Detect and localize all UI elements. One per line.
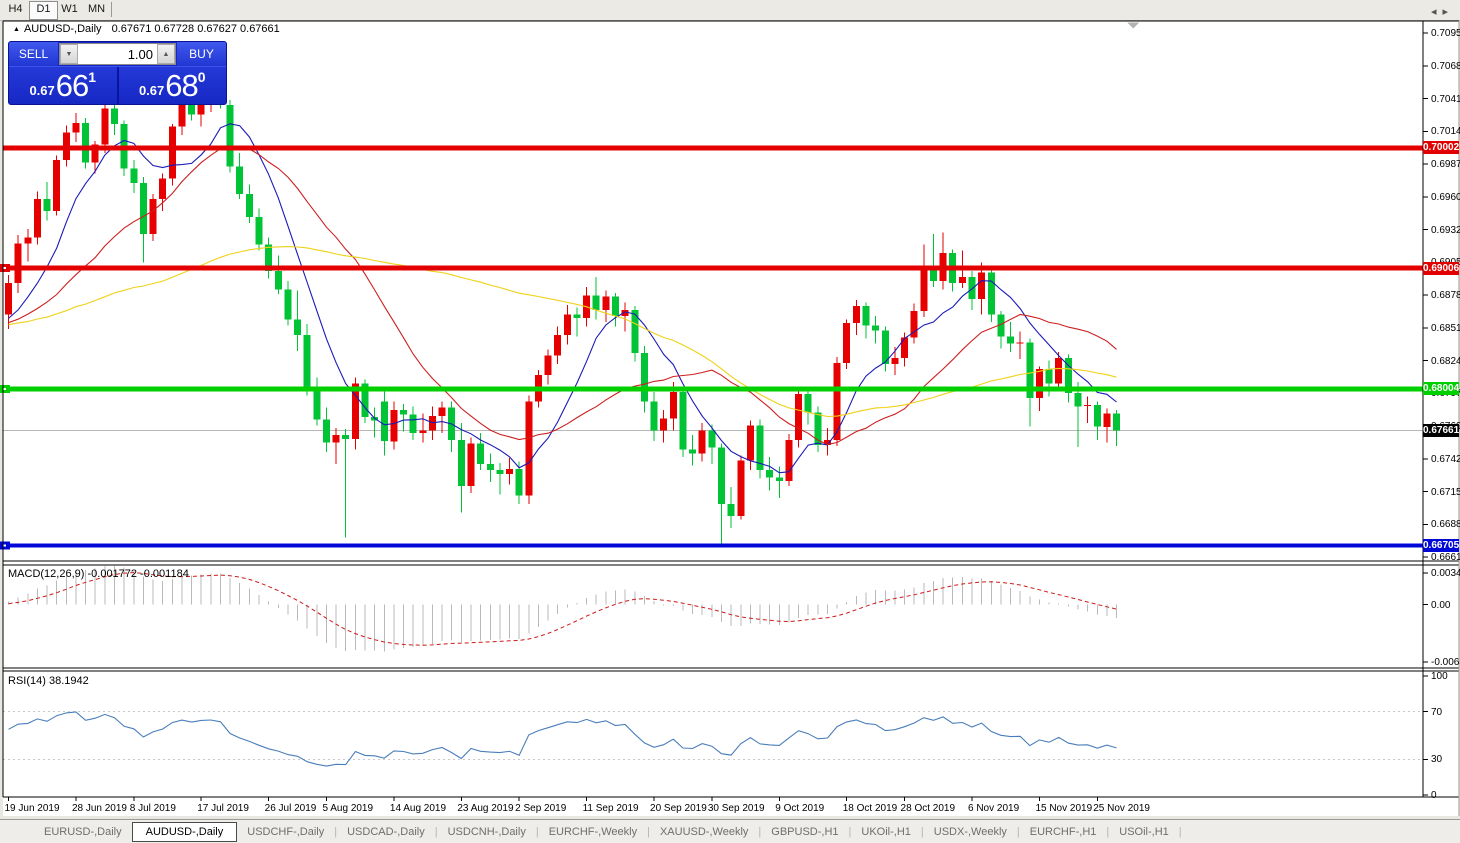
macd-axis-label: 0.00349 (1431, 568, 1460, 579)
price-axis-label: 0.68785 (1431, 290, 1459, 301)
rsi-axis-label: 70 (1431, 707, 1459, 718)
volume-input[interactable]: 1.00 (78, 44, 157, 64)
date-axis-label: 28 Oct 2019 (901, 803, 955, 814)
buy-price-big: 68 (165, 68, 197, 104)
price-axis-label: 0.69870 (1431, 159, 1459, 170)
chart-title: ▲ AUDUSD-,Daily 0.67671 0.67728 0.67627 0.… (13, 23, 280, 35)
price-axis-label: 0.70415 (1431, 94, 1459, 105)
buy-price-display[interactable]: 0.67 68 0 (119, 67, 227, 104)
sell-price-pip: 1 (88, 69, 96, 85)
price-axis-label: 0.68510 (1431, 323, 1459, 334)
date-axis-label: 19 Jun 2019 (5, 803, 60, 814)
date-axis-label: 8 Jul 2019 (130, 803, 176, 814)
price-axis-label: 0.68240 (1431, 356, 1459, 367)
volume-increase-button[interactable]: ▲ (157, 44, 175, 64)
date-axis-label: 2 Sep 2019 (515, 803, 566, 814)
price-axis-label: 0.67150 (1431, 487, 1459, 498)
buy-price-prefix: 0.67 (139, 83, 164, 98)
date-axis-label: 9 Oct 2019 (775, 803, 824, 814)
chart-canvas[interactable] (0, 0, 1460, 843)
date-axis-label: 20 Sep 2019 (650, 803, 707, 814)
date-axis-label: 23 Aug 2019 (457, 803, 513, 814)
volume-stepper: ▼ 1.00 ▲ (59, 43, 176, 65)
spin-down-icon: ▼ (66, 51, 73, 58)
chart-ohlc-values: 0.67671 0.67728 0.67627 0.67661 (112, 23, 280, 35)
date-axis-label: 14 Aug 2019 (390, 803, 446, 814)
price-axis-label: 0.66610 (1431, 552, 1459, 563)
rsi-axis-label: 0 (1431, 790, 1459, 801)
date-axis-label: 28 Jun 2019 (72, 803, 127, 814)
terminal-window: H4D1W1MN ▲AUDUSD-,Daily0.67671 0.67728 0… (0, 0, 1460, 843)
price-axis-label: 0.70140 (1431, 126, 1459, 137)
rsi-axis-label: 100 (1431, 671, 1459, 682)
date-axis-label: 15 Nov 2019 (1035, 803, 1092, 814)
price-axis-label: 0.70955 (1431, 28, 1459, 39)
collapse-icon[interactable]: ▲ (13, 26, 20, 33)
buy-button[interactable]: BUY (177, 42, 226, 66)
macd-indicator-label: MACD(12,26,9) -0.001772 -0.001184 (8, 568, 189, 580)
hline-price-tag: 0.70002 (1423, 141, 1459, 154)
macd-axis-label: 0.00 (1431, 600, 1460, 611)
date-axis-label: 6 Nov 2019 (968, 803, 1019, 814)
date-axis-label: 17 Jul 2019 (197, 803, 249, 814)
sell-button[interactable]: SELL (9, 42, 58, 66)
price-axis-label: 0.66880 (1431, 519, 1459, 530)
chart-symbol-label: AUDUSD-,Daily (24, 23, 102, 35)
rsi-axis-label: 30 (1431, 754, 1459, 765)
sell-price-display[interactable]: 0.67 66 1 (9, 67, 119, 104)
sell-price-prefix: 0.67 (29, 83, 54, 98)
price-axis-label: 0.67425 (1431, 454, 1459, 465)
one-click-trading-panel: SELL ▼ 1.00 ▲ BUY 0.67 66 1 0.67 68 0 (8, 41, 227, 105)
date-axis-label: 18 Oct 2019 (843, 803, 897, 814)
hline-price-tag: 0.69006 (1423, 262, 1459, 275)
hline-price-tag: 0.68004 (1423, 382, 1459, 395)
spin-up-icon: ▲ (163, 51, 170, 58)
current-price-tag: 0.67661 (1423, 424, 1459, 437)
price-axis-label: 0.69600 (1431, 192, 1459, 203)
hline-price-tag: 0.66705 (1423, 539, 1459, 552)
date-axis-label: 26 Jul 2019 (265, 803, 317, 814)
macd-axis-label: -0.00637 (1431, 657, 1460, 668)
rsi-indicator-label: RSI(14) 38.1942 (8, 675, 89, 687)
price-axis-label: 0.69325 (1431, 225, 1459, 236)
price-axis-label: 0.70685 (1431, 61, 1459, 72)
sell-price-big: 66 (56, 68, 88, 104)
volume-decrease-button[interactable]: ▼ (60, 44, 78, 64)
date-axis-label: 30 Sep 2019 (708, 803, 765, 814)
date-axis-label: 5 Aug 2019 (322, 803, 373, 814)
buy-price-pip: 0 (198, 69, 206, 85)
date-axis-label: 11 Sep 2019 (583, 803, 639, 814)
date-axis-label: 25 Nov 2019 (1093, 803, 1150, 814)
